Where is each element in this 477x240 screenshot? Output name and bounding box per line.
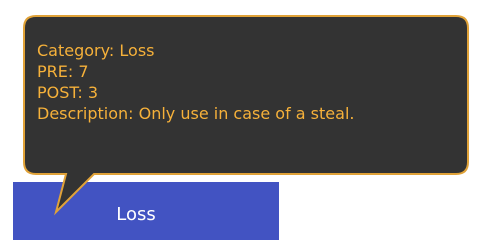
tooltip-line-category: Category: Loss <box>37 41 155 60</box>
canvas: Loss Category: Loss PRE: 7 POST: 3 Descr… <box>0 0 477 240</box>
tooltip-content: Category: Loss PRE: 7 POST: 3 Descriptio… <box>37 40 354 124</box>
tooltip-line-post: POST: 3 <box>37 83 99 102</box>
tooltip-line-description: Description: Only use in case of a steal… <box>37 104 355 123</box>
tooltip-line-pre: PRE: 7 <box>37 62 89 81</box>
